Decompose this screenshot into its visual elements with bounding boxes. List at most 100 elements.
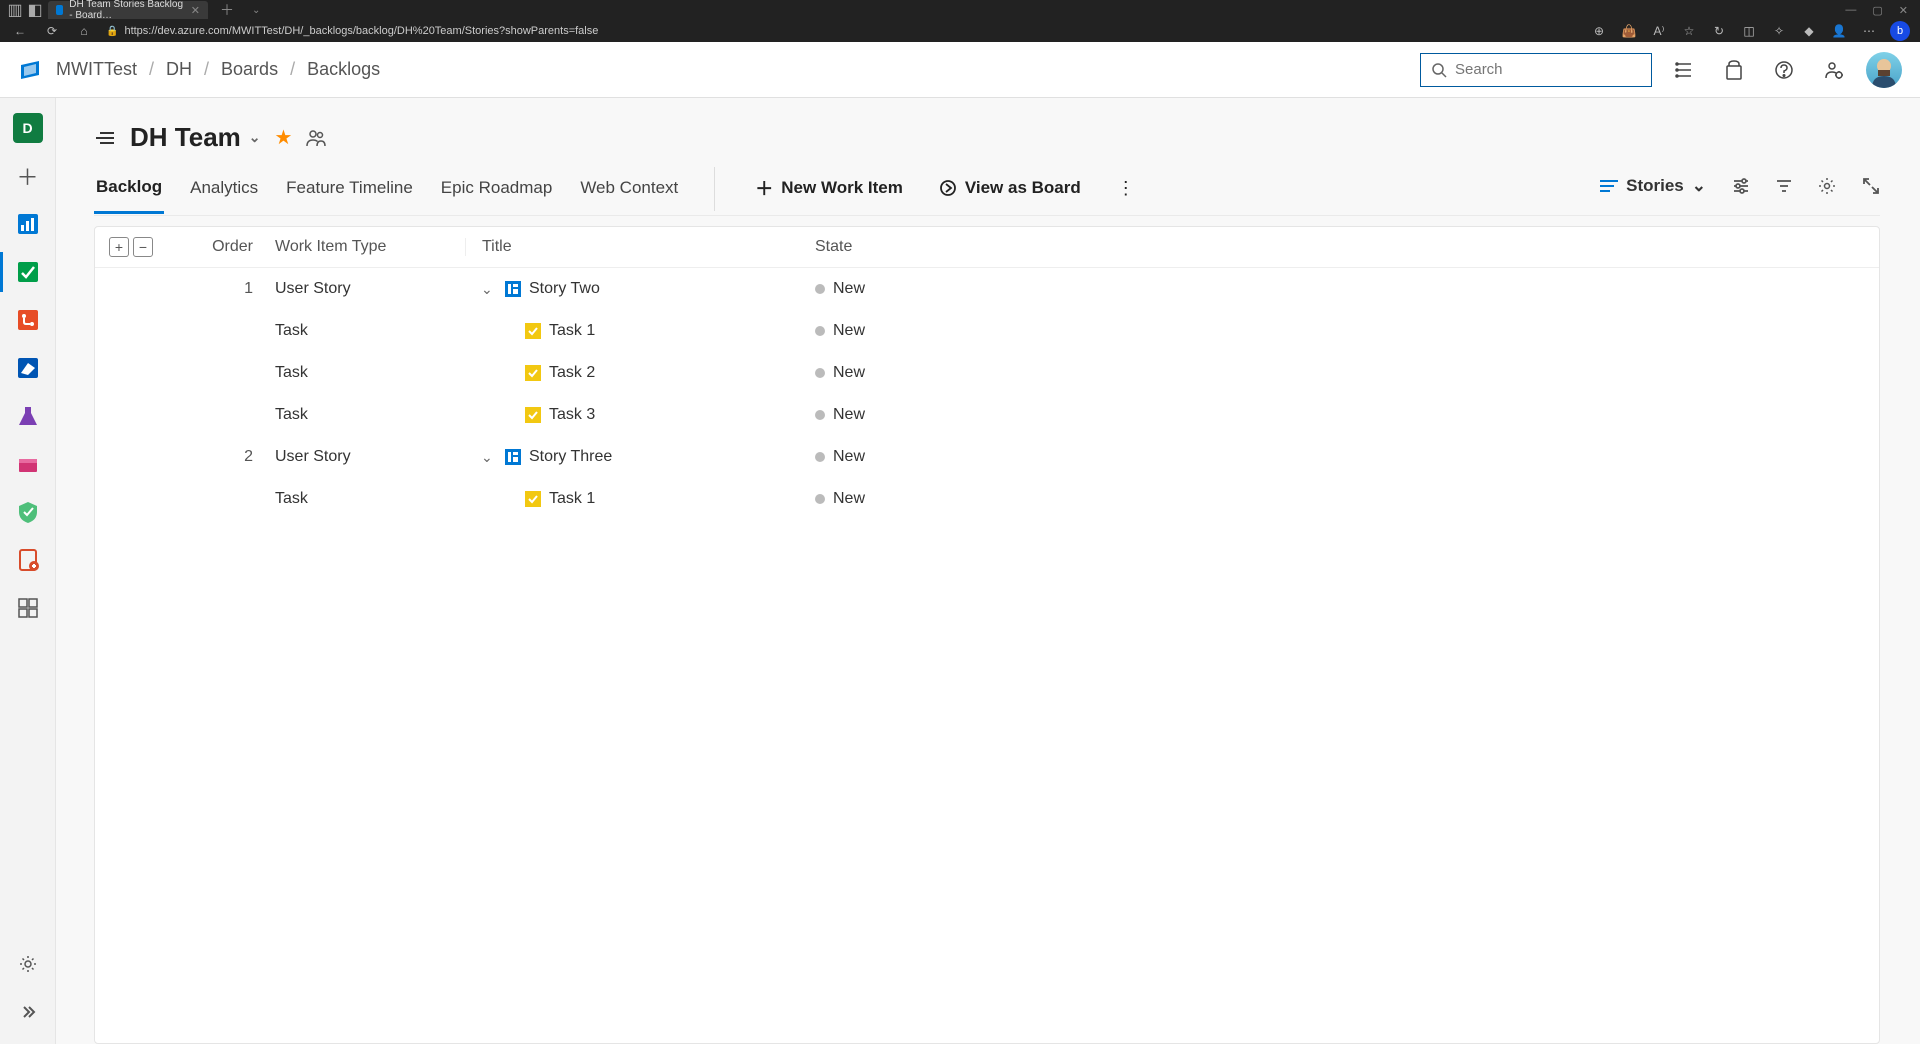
address-bar[interactable]: 🔒 https://dev.azure.com/MWITTest/DH/_bac… xyxy=(106,25,1578,37)
rail-artifacts[interactable] xyxy=(8,444,48,484)
split-icon[interactable]: ◫ xyxy=(1740,24,1758,38)
nav-refresh-icon[interactable]: ⟳ xyxy=(42,24,62,38)
search-icon xyxy=(1431,62,1447,78)
collections-icon[interactable]: ✧ xyxy=(1770,24,1788,38)
rail-testplans[interactable] xyxy=(8,396,48,436)
settings-icon[interactable] xyxy=(1818,177,1836,195)
tab-overview-icon[interactable]: ▥ xyxy=(8,3,22,17)
title-text: Task 1 xyxy=(549,490,595,508)
cell-type: User Story xyxy=(275,280,465,298)
search-input[interactable] xyxy=(1455,61,1654,78)
list-icon xyxy=(1600,179,1618,193)
breadcrumb-project[interactable]: DH xyxy=(166,59,192,80)
rail-wiki[interactable] xyxy=(8,540,48,580)
rail-expand[interactable] xyxy=(8,992,48,1032)
cell-title[interactable]: Task 1 xyxy=(465,490,765,508)
collapse-all-button[interactable]: − xyxy=(133,237,153,257)
rail-overview[interactable] xyxy=(8,204,48,244)
extension1-icon[interactable]: ◆ xyxy=(1800,24,1818,38)
tab-epic-roadmap[interactable]: Epic Roadmap xyxy=(439,170,555,212)
browser-tab[interactable]: DH Team Stories Backlog - Board… ✕ xyxy=(48,1,208,19)
bing-icon[interactable]: b xyxy=(1890,21,1910,41)
tab-sidepane-icon[interactable]: ◧ xyxy=(28,3,42,17)
view-as-board-button[interactable]: View as Board xyxy=(933,170,1087,212)
column-options-icon[interactable] xyxy=(1732,178,1750,194)
nav-home-icon[interactable]: ⌂ xyxy=(74,24,94,38)
azure-devops-logo[interactable] xyxy=(18,58,42,82)
more-icon[interactable]: ⋯ xyxy=(1860,24,1878,38)
cell-type: Task xyxy=(275,406,465,424)
col-header-order[interactable]: Order xyxy=(175,238,275,256)
table-row[interactable]: TaskTask 1New xyxy=(95,310,1879,352)
chevron-down-icon[interactable]: ⌄ xyxy=(481,449,495,466)
tab-backlog[interactable]: Backlog xyxy=(94,169,164,214)
cell-title[interactable]: ⌄Story Three xyxy=(465,448,765,466)
cell-state: New xyxy=(815,364,975,382)
window-minimize-icon[interactable]: — xyxy=(1845,4,1856,17)
rail-repos[interactable] xyxy=(8,300,48,340)
state-text: New xyxy=(833,448,865,466)
new-tab-button[interactable]: ＋ xyxy=(214,0,240,20)
user-settings-icon[interactable] xyxy=(1816,52,1852,88)
fullscreen-icon[interactable] xyxy=(1862,177,1880,195)
sync-icon[interactable]: ↻ xyxy=(1710,24,1728,38)
more-actions-button[interactable]: ⋮ xyxy=(1111,170,1141,213)
window-maximize-icon[interactable]: ▢ xyxy=(1872,4,1882,17)
zoom-icon[interactable]: ⊕ xyxy=(1590,24,1608,38)
profile-icon[interactable]: 👤 xyxy=(1830,24,1848,38)
team-members-icon[interactable] xyxy=(306,129,326,147)
favorite-star-icon[interactable]: ★ xyxy=(275,125,293,150)
backlog-level-dropdown[interactable]: Stories ⌄ xyxy=(1600,176,1706,196)
tab-analytics[interactable]: Analytics xyxy=(188,170,260,212)
breadcrumb-area[interactable]: Boards xyxy=(221,59,278,80)
table-row[interactable]: TaskTask 3New xyxy=(95,394,1879,436)
rail-compliance[interactable] xyxy=(8,492,48,532)
rail-settings[interactable] xyxy=(8,944,48,984)
rail-new-item[interactable]: ＋ xyxy=(8,156,48,196)
team-selector[interactable]: DH Team ⌄ xyxy=(130,122,261,153)
col-header-title[interactable]: Title xyxy=(465,238,765,256)
shopping-icon[interactable]: 👜 xyxy=(1620,24,1638,38)
table-row[interactable]: TaskTask 1New xyxy=(95,478,1879,520)
table-row[interactable]: TaskTask 2New xyxy=(95,352,1879,394)
state-dot-icon xyxy=(815,284,825,294)
cell-title[interactable]: ⌄Story Two xyxy=(465,280,765,298)
avatar[interactable] xyxy=(1866,52,1902,88)
cell-title[interactable]: Task 2 xyxy=(465,364,765,382)
tab-close-icon[interactable]: ✕ xyxy=(191,4,200,17)
work-items-icon[interactable] xyxy=(1666,52,1702,88)
favorite-icon[interactable]: ☆ xyxy=(1680,24,1698,38)
rail-dashboard[interactable] xyxy=(8,588,48,628)
task-icon xyxy=(525,323,541,339)
project-badge[interactable]: D xyxy=(8,108,48,148)
marketplace-icon[interactable] xyxy=(1716,52,1752,88)
breadcrumb-sep: / xyxy=(149,59,154,80)
breadcrumb-org[interactable]: MWITTest xyxy=(56,59,137,80)
col-header-state[interactable]: State xyxy=(815,238,975,256)
new-work-item-button[interactable]: ＋ New Work Item xyxy=(749,167,909,215)
rail-boards[interactable] xyxy=(8,252,48,292)
table-row[interactable]: 1User Story⌄Story TwoNew xyxy=(95,268,1879,310)
tab-chevron-icon[interactable]: ⌄ xyxy=(246,5,266,16)
tab-web-context[interactable]: Web Context xyxy=(578,170,680,212)
col-header-type[interactable]: Work Item Type xyxy=(275,238,465,256)
breadcrumb-page[interactable]: Backlogs xyxy=(307,59,380,80)
cell-type: Task xyxy=(275,322,465,340)
expand-all-button[interactable]: + xyxy=(109,237,129,257)
nav-back-icon[interactable]: ← xyxy=(10,24,30,38)
chevron-down-icon[interactable]: ⌄ xyxy=(481,281,495,298)
toggle-panel-icon[interactable] xyxy=(94,127,116,149)
browser-tab-title: DH Team Stories Backlog - Board… xyxy=(69,0,185,21)
cell-title[interactable]: Task 3 xyxy=(465,406,765,424)
rail-pipelines[interactable] xyxy=(8,348,48,388)
kebab-icon: ⋮ xyxy=(1117,178,1135,199)
filter-icon[interactable] xyxy=(1776,178,1792,194)
help-icon[interactable] xyxy=(1766,52,1802,88)
read-aloud-icon[interactable]: A⁾ xyxy=(1650,24,1668,38)
window-close-icon[interactable]: ✕ xyxy=(1899,4,1908,17)
tab-feature-timeline[interactable]: Feature Timeline xyxy=(284,170,415,212)
cell-title[interactable]: Task 1 xyxy=(465,322,765,340)
arrow-circle-icon xyxy=(939,179,957,197)
table-row[interactable]: 2User Story⌄Story ThreeNew xyxy=(95,436,1879,478)
search-box[interactable] xyxy=(1420,53,1652,87)
